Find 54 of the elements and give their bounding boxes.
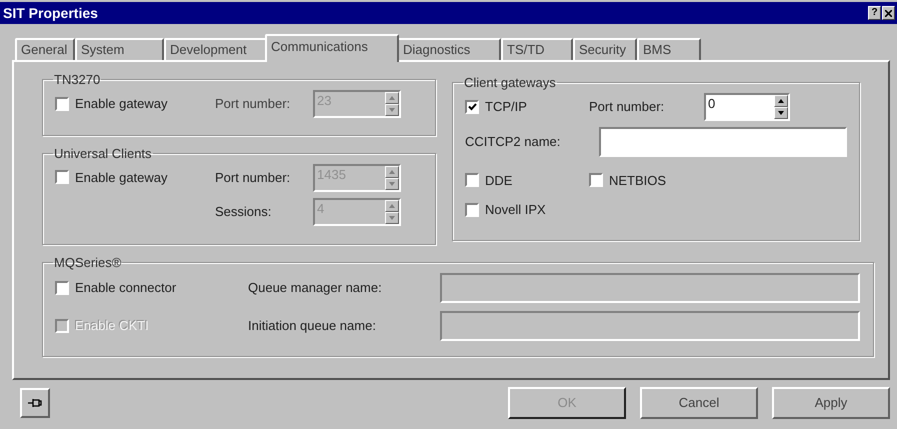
tab[interactable]: TS/TD bbox=[501, 38, 573, 60]
checkbox-label: NETBIOS bbox=[609, 172, 666, 190]
spin-field[interactable]: 0 bbox=[704, 92, 790, 120]
down-arrow-icon bbox=[388, 106, 396, 112]
window-title: SIT Properties bbox=[3, 4, 98, 23]
down-arrow-icon bbox=[388, 180, 396, 186]
spin-up-button[interactable] bbox=[774, 94, 788, 106]
dialog-button[interactable]: Cancel bbox=[640, 387, 758, 419]
down-arrow-icon bbox=[388, 214, 396, 220]
close-button[interactable] bbox=[882, 6, 895, 20]
tab[interactable]: System bbox=[75, 38, 164, 60]
tab[interactable]: Diagnostics bbox=[397, 38, 501, 60]
field-label: Port number: bbox=[589, 98, 666, 116]
checkbox[interactable] bbox=[55, 280, 69, 294]
up-arrow-icon bbox=[777, 98, 785, 104]
tab[interactable]: Communications bbox=[265, 34, 399, 62]
text-field[interactable] bbox=[599, 126, 847, 156]
down-arrow-icon bbox=[777, 110, 785, 116]
field-label: Port number: bbox=[215, 94, 292, 113]
tab[interactable]: Development bbox=[164, 38, 267, 60]
checkbox[interactable] bbox=[589, 173, 603, 188]
checkbox-label: Novell IPX bbox=[485, 201, 546, 219]
up-arrow-icon bbox=[388, 202, 396, 208]
checkbox[interactable] bbox=[465, 173, 479, 188]
close-icon bbox=[885, 10, 892, 16]
up-arrow-icon bbox=[388, 168, 396, 174]
checkbox[interactable] bbox=[55, 96, 69, 110]
help-button[interactable]: ? bbox=[868, 6, 881, 20]
group-title: Client gateways bbox=[463, 74, 557, 92]
field-label: Queue manager name: bbox=[248, 278, 383, 297]
checkbox[interactable] bbox=[465, 100, 479, 114]
field-label: Initiation queue name: bbox=[248, 316, 377, 335]
field-label: CCITCP2 name: bbox=[465, 132, 562, 151]
dialog-button[interactable]: Apply bbox=[772, 387, 890, 419]
check-icon bbox=[468, 102, 476, 110]
checkbox[interactable] bbox=[465, 202, 479, 217]
group-title: MQSeries® bbox=[53, 254, 122, 272]
group-title: Universal Clients bbox=[53, 145, 153, 163]
group-title: TN3270 bbox=[53, 71, 102, 89]
checkbox[interactable] bbox=[55, 170, 69, 184]
field-label: Port number: bbox=[215, 168, 292, 187]
tab[interactable]: BMS bbox=[637, 38, 701, 60]
spin-down-button[interactable] bbox=[774, 106, 788, 118]
checkbox-label: DDE bbox=[485, 172, 512, 190]
tab[interactable]: General bbox=[15, 38, 75, 60]
up-arrow-icon bbox=[388, 94, 396, 100]
checkbox-label: Enable gateway bbox=[75, 168, 168, 187]
pin-button[interactable] bbox=[20, 388, 50, 418]
checkbox-label: Enable gateway bbox=[75, 94, 168, 113]
pushpin-icon bbox=[28, 398, 42, 408]
tab[interactable]: Security bbox=[573, 38, 637, 60]
checkbox-label: Enable connector bbox=[75, 278, 176, 297]
checkbox-label: TCP/IP bbox=[485, 98, 527, 116]
field-label: Sessions: bbox=[215, 202, 272, 221]
